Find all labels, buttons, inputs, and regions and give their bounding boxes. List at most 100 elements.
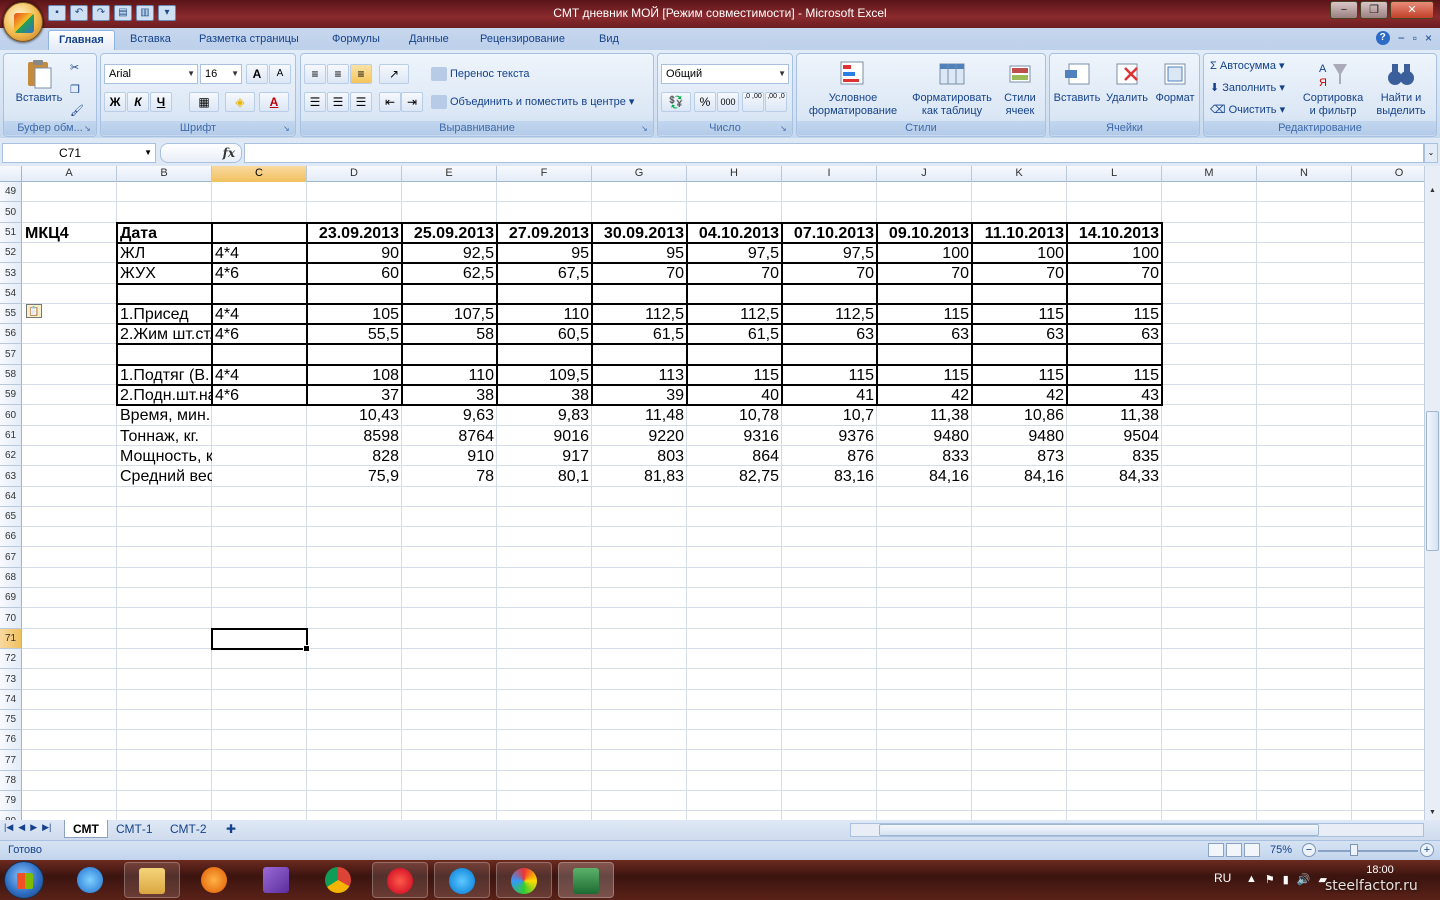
alignment-launcher-icon[interactable]: ↘	[641, 124, 651, 134]
cell-value[interactable]: 83,16	[782, 467, 877, 486]
cell-value[interactable]: 873	[972, 447, 1067, 466]
cell-row-label[interactable]: 2.Подн.шт.на	[117, 386, 212, 405]
format-painter-icon[interactable]: 🖌	[70, 101, 84, 121]
underline-button[interactable]: Ч	[150, 92, 172, 112]
align-bottom-button[interactable]: ≡	[350, 64, 372, 84]
cell-value[interactable]: 95	[592, 244, 687, 263]
cell-row-label[interactable]: Тоннаж, кг.	[117, 427, 212, 446]
taskbar-paint[interactable]	[496, 862, 552, 898]
cell-row-label[interactable]: ЖУХ	[117, 264, 212, 283]
volume-icon[interactable]: 🔊	[1297, 873, 1311, 886]
cell-value[interactable]: 92,5	[402, 244, 497, 263]
tab-page-layout[interactable]: Разметка страницы	[189, 30, 309, 50]
cell-value[interactable]: 63	[782, 325, 877, 344]
cell-value[interactable]: 100	[972, 244, 1067, 263]
cell-value[interactable]: 112,5	[782, 305, 877, 324]
format-as-table-button[interactable]: Форматировать как таблицу	[907, 58, 997, 118]
row-header-49[interactable]: 49	[0, 182, 22, 202]
column-header-f[interactable]: F	[497, 166, 592, 182]
copy-icon[interactable]: ❐	[70, 80, 80, 100]
normal-view-icon[interactable]	[1208, 843, 1224, 857]
taskbar-chrome[interactable]	[310, 862, 366, 898]
cell-value[interactable]: 70	[972, 264, 1067, 283]
row-header-52[interactable]: 52	[0, 243, 22, 263]
cell-header-date[interactable]: Дата	[117, 224, 212, 243]
taskbar-explorer[interactable]	[124, 862, 180, 898]
column-header-m[interactable]: M	[1162, 166, 1257, 182]
tab-review[interactable]: Рецензирование	[470, 30, 575, 50]
cell-value[interactable]: 43	[1067, 386, 1162, 405]
row-header-73[interactable]: 73	[0, 669, 22, 690]
ribbon-minimize-icon[interactable]: −	[1398, 31, 1405, 45]
cell-value[interactable]: 60,5	[497, 325, 592, 344]
cell-value[interactable]: 58	[402, 325, 497, 344]
battery-icon[interactable]: ▮	[1283, 873, 1289, 886]
column-header-g[interactable]: G	[592, 166, 687, 182]
number-launcher-icon[interactable]: ↘	[780, 124, 790, 134]
font-launcher-icon[interactable]: ↘	[283, 124, 293, 134]
name-box[interactable]: C71 ▼	[2, 143, 156, 163]
cell-value[interactable]: 61,5	[687, 325, 782, 344]
tab-data[interactable]: Данные	[399, 30, 459, 50]
column-header-i[interactable]: I	[782, 166, 877, 182]
scroll-down-icon[interactable]: ▼	[1426, 806, 1439, 820]
paste-options-icon[interactable]: 📋	[26, 304, 42, 318]
align-right-button[interactable]: ☰	[350, 92, 372, 112]
row-header-51[interactable]: 51	[0, 223, 22, 243]
cell-value[interactable]: 110	[402, 366, 497, 385]
tab-home[interactable]: Главная	[48, 30, 115, 50]
cell-value[interactable]: 108	[307, 366, 402, 385]
cell-value[interactable]: 115	[782, 366, 877, 385]
horizontal-scroll-thumb[interactable]	[879, 824, 1319, 836]
column-header-k[interactable]: K	[972, 166, 1067, 182]
cell-value[interactable]: 100	[877, 244, 972, 263]
select-all-button[interactable]	[0, 166, 22, 182]
autosum-button[interactable]: Σ Автосумма ▾	[1210, 56, 1285, 76]
row-header-75[interactable]: 75	[0, 710, 22, 730]
minimize-button[interactable]: −	[1330, 1, 1358, 19]
font-size-select[interactable]: 16 ▼	[200, 64, 242, 84]
insert-sheet-icon[interactable]: ✚	[218, 820, 244, 838]
grow-font-button[interactable]: A	[246, 64, 268, 84]
cell-value[interactable]: 60	[307, 264, 402, 283]
sheet-tab-smt-2[interactable]: СМТ-2	[162, 820, 215, 838]
cell-value[interactable]: 110	[497, 305, 592, 324]
cell-value[interactable]: 833	[877, 447, 972, 466]
row-header-70[interactable]: 70	[0, 608, 22, 629]
cell-label-a51[interactable]: МКЦ4	[22, 224, 117, 243]
cell-value[interactable]: 10,7	[782, 406, 877, 425]
cell-value[interactable]: 9016	[497, 427, 592, 446]
cell-value[interactable]: 90	[307, 244, 402, 263]
cell-value[interactable]: 917	[497, 447, 592, 466]
cell-value[interactable]: 11,38	[877, 406, 972, 425]
cell-value[interactable]: 81,83	[592, 467, 687, 486]
cell-value[interactable]: 70	[1067, 264, 1162, 283]
column-header-j[interactable]: J	[877, 166, 972, 182]
row-header-63[interactable]: 63	[0, 466, 22, 487]
row-header-60[interactable]: 60	[0, 405, 22, 426]
office-button[interactable]	[3, 2, 43, 42]
cell-value[interactable]: 9,63	[402, 406, 497, 425]
fill-button[interactable]: ⬇ Заполнить ▾	[1210, 78, 1285, 98]
thousands-button[interactable]: 000	[717, 92, 739, 112]
tab-view[interactable]: Вид	[589, 30, 629, 50]
close-button[interactable]: ✕	[1390, 1, 1434, 19]
cell-value[interactable]: 41	[782, 386, 877, 405]
row-header-56[interactable]: 56	[0, 324, 22, 344]
row-header-74[interactable]: 74	[0, 690, 22, 710]
zoom-slider[interactable]	[1318, 850, 1418, 852]
cell-value[interactable]: 8764	[402, 427, 497, 446]
taskbar-avast[interactable]	[186, 862, 242, 898]
align-top-button[interactable]: ≡	[304, 64, 326, 84]
cell-value[interactable]: 910	[402, 447, 497, 466]
cell-scheme[interactable]: 4*4	[212, 244, 307, 263]
row-header-62[interactable]: 62	[0, 446, 22, 466]
cell-value[interactable]: 42	[972, 386, 1067, 405]
column-header-o[interactable]: O	[1352, 166, 1424, 182]
zoom-slider-thumb[interactable]	[1350, 844, 1358, 856]
taskbar-yandex[interactable]	[372, 862, 428, 898]
cell-value[interactable]: 38	[402, 386, 497, 405]
row-header-77[interactable]: 77	[0, 750, 22, 771]
row-header-67[interactable]: 67	[0, 547, 22, 568]
merge-center-button[interactable]: Объединить и поместить в центре ▾	[431, 92, 634, 112]
